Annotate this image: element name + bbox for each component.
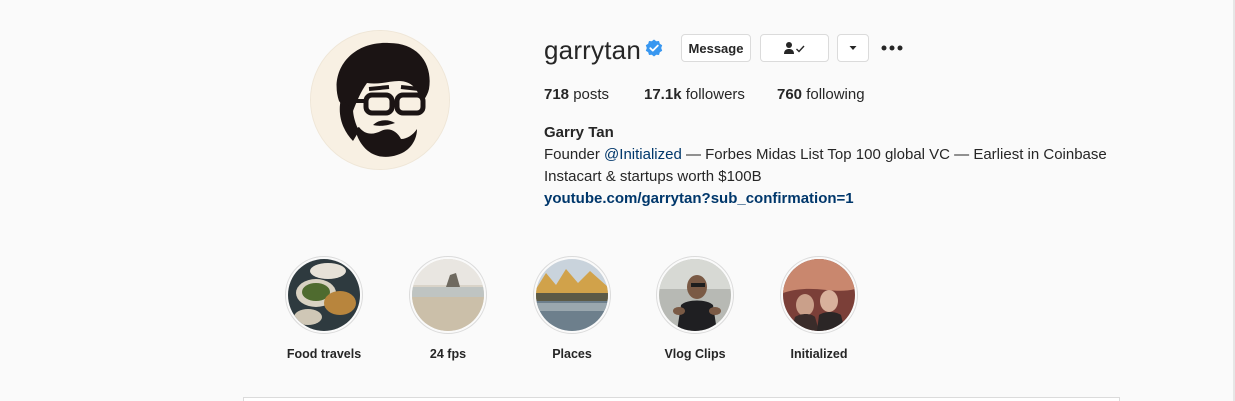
posts-count-label: posts bbox=[569, 86, 610, 103]
posts-count-value: 718 bbox=[544, 86, 570, 103]
posts-count: 718 posts bbox=[544, 86, 609, 104]
profile-avatar[interactable] bbox=[310, 30, 450, 170]
highlight-cover-places bbox=[536, 259, 608, 331]
highlight-item[interactable]: Initialized bbox=[774, 256, 864, 361]
more-dots-icon bbox=[881, 45, 903, 51]
highlight-label: Initialized bbox=[790, 347, 848, 361]
message-button[interactable]: Message bbox=[681, 34, 751, 62]
bio-line-1: Founder @Initialized — Forbes Midas List… bbox=[544, 145, 1107, 165]
highlight-ring bbox=[409, 256, 487, 334]
avatar-illustration bbox=[311, 31, 449, 169]
bio-line-2: Instacart & startups worth $100B bbox=[544, 168, 762, 185]
highlight-ring bbox=[285, 256, 363, 334]
highlight-item[interactable]: Vlog Clips bbox=[650, 256, 740, 361]
followers-link[interactable]: 17.1k followers bbox=[644, 86, 745, 104]
caret-down-icon bbox=[849, 46, 857, 50]
followers-count-value: 17.1k bbox=[644, 86, 682, 103]
highlight-item[interactable]: Food travels bbox=[279, 256, 369, 361]
profile-username: garrytan bbox=[544, 35, 641, 65]
following-count-label: following bbox=[802, 86, 865, 103]
following-count-value: 760 bbox=[777, 86, 803, 103]
following-link[interactable]: 760 following bbox=[777, 86, 865, 104]
highlight-item[interactable]: Places bbox=[527, 256, 617, 361]
highlight-cover-initialized bbox=[783, 259, 855, 331]
verified-badge-icon bbox=[645, 39, 663, 57]
profile-full-name: Garry Tan bbox=[544, 124, 614, 141]
bio-mention-link[interactable]: @Initialized bbox=[604, 146, 682, 163]
bio-line-1-rest: — Forbes Midas List Top 100 global VC — … bbox=[681, 146, 1107, 163]
highlight-ring bbox=[533, 256, 611, 334]
highlight-label: Food travels bbox=[286, 347, 362, 361]
highlight-cover-beach bbox=[412, 259, 484, 331]
profile-page: garrytan Message 718 posts 17.1k followe… bbox=[0, 0, 1235, 401]
highlight-label: 24 fps bbox=[429, 347, 467, 361]
suggested-dropdown-button[interactable] bbox=[837, 34, 869, 62]
person-check-icon bbox=[783, 42, 805, 54]
highlight-item[interactable]: 24 fps bbox=[403, 256, 493, 361]
highlight-cover-vlog bbox=[659, 259, 731, 331]
highlight-cover-food bbox=[288, 259, 360, 331]
highlight-label: Vlog Clips bbox=[664, 347, 726, 361]
highlight-ring bbox=[656, 256, 734, 334]
highlight-ring bbox=[780, 256, 858, 334]
following-button[interactable] bbox=[760, 34, 829, 62]
highlight-label: Places bbox=[552, 347, 592, 361]
website-link[interactable]: youtube.com/garrytan?sub_confirmation=1 bbox=[544, 189, 854, 209]
posts-section-border bbox=[243, 397, 1120, 401]
more-options-button[interactable] bbox=[880, 38, 904, 58]
message-button-label: Message bbox=[688, 40, 744, 56]
bio-prefix: Founder bbox=[544, 146, 605, 163]
followers-count-label: followers bbox=[681, 86, 745, 103]
